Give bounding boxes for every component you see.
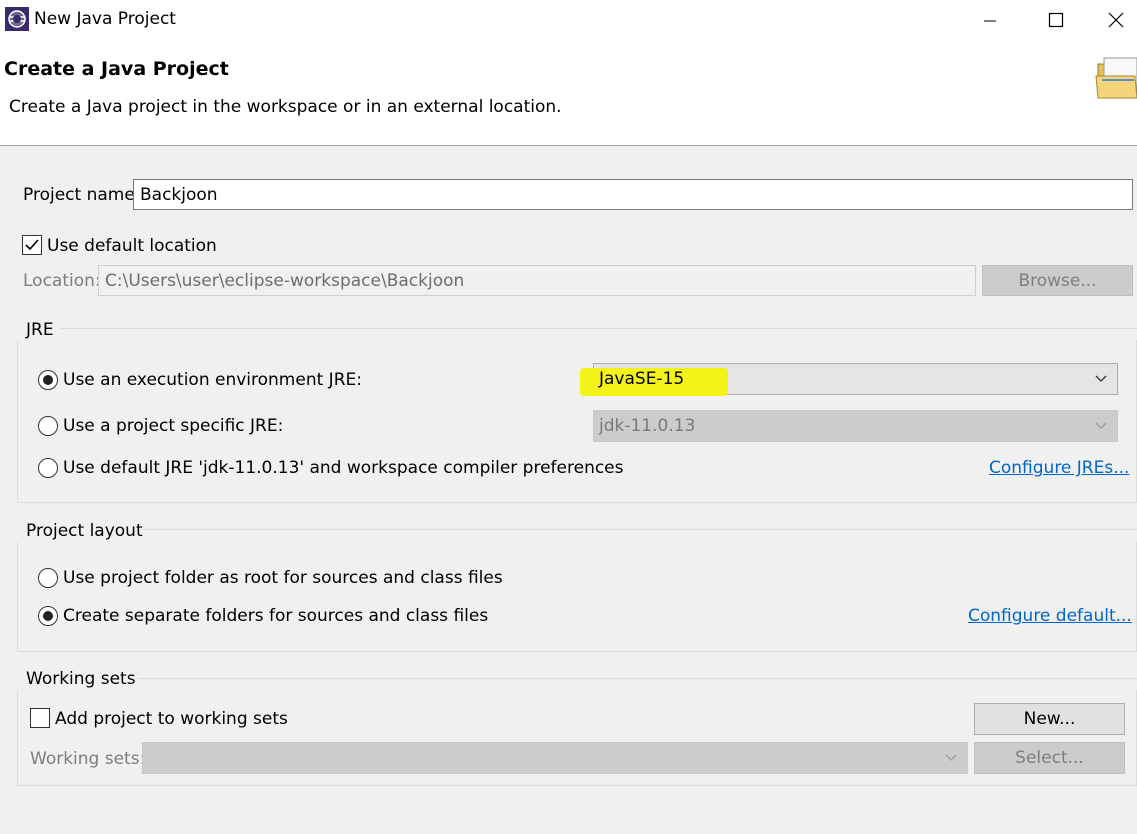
exec-env-select[interactable]: JavaSE-15 — [580, 363, 1118, 396]
project-specific-value: jdk-11.0.13 — [599, 416, 696, 436]
layout-group-top-border — [142, 529, 1137, 530]
layout-group — [17, 542, 1137, 652]
project-name-input[interactable]: Backjoon — [133, 179, 1133, 210]
default-jre-label: Use default JRE 'jdk-11.0.13' and worksp… — [63, 458, 624, 478]
configure-jres-link[interactable]: Configure JREs... — [989, 458, 1129, 478]
working-sets-group-label: Working sets — [26, 669, 136, 689]
layout-group-label: Project layout — [26, 521, 143, 541]
maximize-icon — [1048, 12, 1064, 28]
window-title: New Java Project — [34, 9, 176, 29]
separate-folders-radio[interactable] — [38, 606, 58, 626]
use-default-location-label: Use default location — [47, 236, 217, 256]
default-jre-radio[interactable] — [38, 458, 58, 478]
maximize-button[interactable] — [1026, 0, 1086, 40]
add-to-working-sets-checkbox[interactable] — [30, 708, 50, 728]
minimize-button[interactable] — [960, 0, 1020, 40]
folder-icon — [1094, 54, 1137, 102]
add-to-working-sets-label: Add project to working sets — [55, 709, 288, 729]
close-button[interactable] — [1095, 0, 1137, 40]
chevron-down-icon — [1095, 375, 1107, 382]
browse-button[interactable]: Browse... — [982, 265, 1133, 296]
project-name-label: Project name: — [23, 185, 141, 205]
use-default-location-checkbox[interactable] — [22, 235, 42, 255]
location-label: Location: — [23, 271, 101, 291]
configure-default-link[interactable]: Configure default... — [968, 606, 1132, 626]
location-input[interactable]: C:\Users\user\eclipse-workspace\Backjoon — [98, 265, 976, 296]
jre-group-top-border — [60, 328, 1137, 329]
page-description: Create a Java project in the workspace o… — [9, 97, 562, 117]
page-title: Create a Java Project — [4, 58, 229, 80]
title-bar: New Java Project — [0, 0, 1137, 40]
select-working-sets-button[interactable]: Select... — [974, 742, 1125, 774]
jre-group-label: JRE — [26, 320, 54, 340]
working-sets-select[interactable] — [142, 742, 968, 774]
minimize-icon — [984, 20, 996, 22]
working-sets-group-top-border — [138, 678, 1137, 679]
exec-env-radio[interactable] — [38, 370, 58, 390]
chevron-down-icon — [945, 754, 957, 761]
project-specific-select[interactable]: jdk-11.0.13 — [593, 410, 1118, 442]
working-sets-label: Working sets: — [30, 749, 146, 769]
project-specific-label: Use a project specific JRE: — [63, 416, 284, 436]
project-specific-radio[interactable] — [38, 416, 58, 436]
exec-env-value: JavaSE-15 — [599, 369, 685, 389]
close-icon — [1108, 12, 1124, 28]
root-folder-radio[interactable] — [38, 568, 58, 588]
exec-env-label: Use an execution environment JRE: — [63, 370, 362, 390]
checkmark-icon — [25, 239, 39, 251]
eclipse-icon[interactable] — [5, 7, 29, 31]
separate-folders-label: Create separate folders for sources and … — [63, 606, 489, 626]
root-folder-label: Use project folder as root for sources a… — [63, 568, 503, 588]
chevron-down-icon — [1095, 422, 1107, 429]
new-working-set-button[interactable]: New... — [974, 703, 1125, 735]
wizard-header: Create a Java Project Create a Java proj… — [0, 40, 1137, 146]
